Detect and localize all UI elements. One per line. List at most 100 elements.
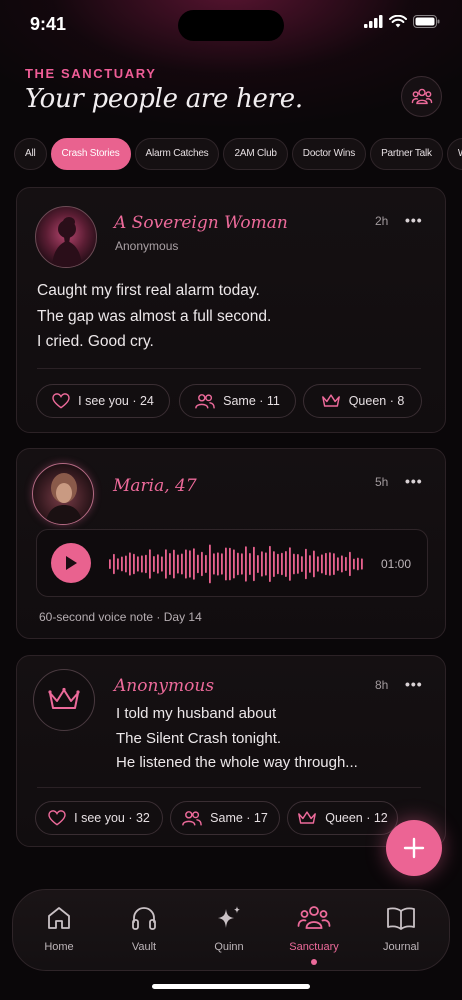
reaction-queen-button[interactable]: Queen · 12 bbox=[287, 801, 398, 835]
heart-icon bbox=[48, 810, 66, 826]
more-options-button[interactable]: ••• bbox=[405, 212, 423, 228]
post-card: Anonymous 8h ••• I told my husband about… bbox=[16, 655, 446, 847]
voice-caption: 60-second voice note · Day 14 bbox=[39, 610, 202, 624]
divider bbox=[37, 368, 421, 369]
status-bar: 9:41 bbox=[0, 0, 462, 50]
waveform-bar bbox=[301, 556, 303, 572]
waveform-bar bbox=[173, 549, 175, 579]
reaction-label: Queen · 12 bbox=[325, 811, 388, 825]
tab-label: Quinn bbox=[214, 941, 244, 953]
people-icon bbox=[182, 811, 202, 826]
waveform-bar bbox=[129, 552, 131, 576]
waveform-bar bbox=[189, 550, 191, 578]
tab-home[interactable]: Home bbox=[19, 890, 99, 972]
chip-crash-stories[interactable]: Crash Stories bbox=[50, 138, 131, 170]
waveform-bar bbox=[241, 553, 243, 575]
play-button[interactable] bbox=[51, 543, 91, 583]
reaction-label: I see you · 32 bbox=[74, 811, 150, 825]
waveform-bar bbox=[205, 554, 207, 573]
avatar[interactable] bbox=[32, 463, 94, 525]
waveform-bar bbox=[197, 554, 199, 574]
waveform-bar bbox=[145, 554, 147, 574]
post-line: I cried. Good cry. bbox=[37, 333, 154, 350]
post-time: 2h bbox=[375, 214, 389, 228]
author-name[interactable]: A Sovereign Woman bbox=[114, 213, 288, 233]
waveform-bar bbox=[217, 552, 219, 576]
waveform-bar bbox=[341, 555, 343, 573]
waveform-bar bbox=[273, 551, 275, 577]
tab-bar: Home Vault Quinn Sanctuary Journal bbox=[12, 889, 450, 971]
reaction-see-you-button[interactable]: I see you · 24 bbox=[36, 384, 170, 418]
chip-all[interactable]: All bbox=[14, 138, 47, 170]
divider bbox=[37, 787, 421, 788]
status-time: 9:41 bbox=[30, 14, 67, 34]
waveform-bar bbox=[153, 556, 155, 572]
tab-journal[interactable]: Journal bbox=[361, 890, 441, 972]
tab-quinn[interactable]: Quinn bbox=[189, 890, 269, 972]
status-icons bbox=[364, 15, 440, 28]
headphones-icon bbox=[132, 907, 156, 930]
reaction-queen-button[interactable]: Queen · 8 bbox=[303, 384, 422, 418]
waveform-bar bbox=[209, 544, 211, 584]
waveform-bar bbox=[221, 553, 223, 575]
home-indicator bbox=[152, 984, 310, 989]
avatar[interactable] bbox=[35, 206, 97, 268]
waveform-bar bbox=[353, 558, 355, 570]
post-time: 8h bbox=[375, 678, 389, 692]
tab-label: Vault bbox=[131, 941, 157, 953]
heart-icon bbox=[52, 393, 70, 409]
author-name[interactable]: Maria, 47 bbox=[113, 476, 197, 496]
community-button[interactable] bbox=[401, 76, 442, 117]
post-line: Caught my first real alarm today. bbox=[37, 282, 260, 299]
post-body: Caught my first real alarm today. The ga… bbox=[37, 278, 271, 355]
waveform-bar bbox=[161, 556, 163, 572]
waveform-bar bbox=[213, 553, 215, 575]
waveform-bar bbox=[121, 556, 123, 572]
category-chips: All Crash Stories Alarm Catches 2AM Club Doc… bbox=[14, 138, 462, 170]
sanctuary-screen: 9:41 THE SANCTUARY Your people are here.… bbox=[0, 0, 462, 1000]
active-indicator bbox=[311, 959, 317, 965]
waveform-bar bbox=[297, 554, 299, 574]
chip-partner-talk[interactable]: Partner Talk bbox=[370, 138, 443, 170]
waveform-bar bbox=[317, 556, 319, 572]
more-options-button[interactable]: ••• bbox=[405, 473, 423, 489]
crown-icon bbox=[48, 687, 80, 709]
post-line: The gap was almost a full second. bbox=[37, 307, 272, 325]
waveform-bar bbox=[285, 551, 287, 577]
people-icon bbox=[297, 906, 331, 929]
waveform-bar bbox=[185, 549, 187, 579]
waveform-bar bbox=[281, 552, 283, 576]
waveform-bar bbox=[225, 547, 227, 581]
tab-label: Journal bbox=[382, 941, 420, 953]
chip-doctor-wins[interactable]: Doctor Wins bbox=[291, 138, 367, 170]
waveform-bar bbox=[265, 552, 267, 576]
waveform-bar bbox=[357, 557, 359, 571]
reaction-see-you-button[interactable]: I see you · 32 bbox=[35, 801, 163, 835]
tab-vault[interactable]: Vault bbox=[104, 890, 184, 972]
tab-sanctuary[interactable]: Sanctuary bbox=[274, 890, 354, 972]
waveform[interactable] bbox=[109, 542, 365, 586]
signal-icon bbox=[364, 15, 383, 28]
people-icon bbox=[411, 88, 432, 104]
waveform-bar bbox=[157, 554, 159, 574]
new-post-button[interactable] bbox=[386, 820, 442, 876]
waveform-bar bbox=[169, 553, 171, 575]
post-body: I told my husband about The Silent Crash… bbox=[116, 702, 358, 776]
waveform-bar bbox=[237, 552, 239, 576]
more-options-button[interactable]: ••• bbox=[405, 676, 423, 692]
chip-alarm-catches[interactable]: Alarm Catches bbox=[134, 138, 220, 170]
author-name[interactable]: Anonymous bbox=[114, 676, 214, 696]
waveform-bar bbox=[345, 556, 347, 571]
avatar[interactable] bbox=[33, 669, 95, 731]
waveform-bar bbox=[137, 556, 139, 572]
chip-wins-shifts[interactable]: Wins & Shifts bbox=[446, 138, 462, 170]
reaction-same-button[interactable]: Same · 11 bbox=[179, 384, 296, 418]
reaction-label: Same · 17 bbox=[210, 811, 268, 825]
waveform-bar bbox=[305, 548, 307, 580]
waveform-bar bbox=[133, 553, 135, 575]
wifi-icon bbox=[389, 15, 407, 28]
people-icon bbox=[195, 394, 215, 409]
reaction-same-button[interactable]: Same · 17 bbox=[170, 801, 280, 835]
post-time: 5h bbox=[375, 475, 389, 489]
chip-2am-club[interactable]: 2AM Club bbox=[223, 138, 288, 170]
